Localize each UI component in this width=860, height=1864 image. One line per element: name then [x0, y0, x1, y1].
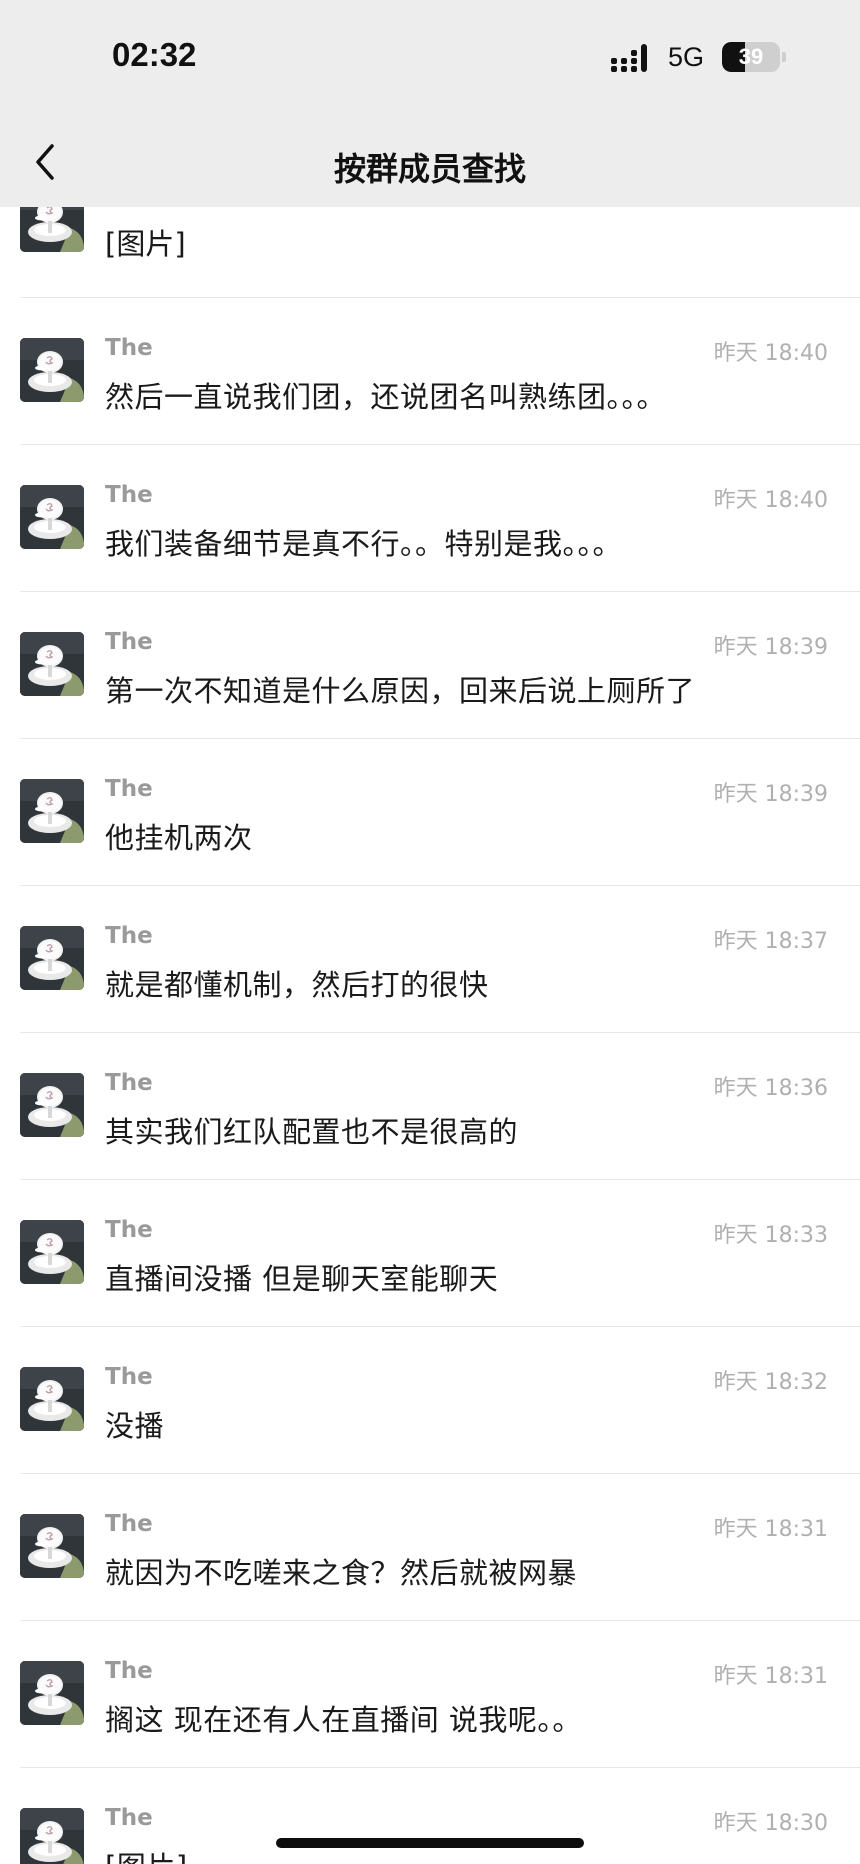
message-text: 然后一直说我们团，还说团名叫熟练团。。。 [105, 380, 667, 414]
message-text: 其实我们红队配置也不是很高的 [105, 1115, 519, 1149]
sender-name: The [105, 1070, 153, 1096]
signal-icon [611, 44, 647, 72]
sender-name: The [105, 1364, 153, 1390]
message-text: [图片] [105, 227, 186, 261]
battery-icon: 39 [722, 42, 780, 72]
message-time: 昨天 18:31 [713, 1664, 828, 1689]
list-item[interactable]: The 昨天 18:31 搁这 现在还有人在直播间 说我呢。。 [0, 1621, 860, 1768]
message-text: 第一次不知道是什么原因，回来后说上厕所了 [105, 674, 696, 708]
message-time: 昨天 18:37 [713, 929, 828, 954]
avatar[interactable] [20, 632, 84, 696]
sender-name: The [105, 482, 153, 508]
list-item[interactable]: The 昨天 18:40 然后一直说我们团，还说团名叫熟练团。。。 [0, 298, 860, 445]
nav-header: 02:32 5G 39 按群成员查找 [0, 0, 860, 207]
sender-name: The [105, 923, 153, 949]
battery-tip [782, 52, 786, 62]
page-title: 按群成员查找 [333, 150, 526, 188]
avatar[interactable] [20, 1514, 84, 1578]
avatar[interactable] [20, 1367, 84, 1431]
sender-name: The [105, 1658, 153, 1684]
home-indicator [276, 1838, 584, 1848]
sender-name: The [105, 629, 153, 655]
avatar[interactable] [20, 779, 84, 843]
message-list: [图片] The 昨天 18:40 然后一直说我们团，还说团名叫熟练团。。。 The 昨… [0, 0, 860, 1864]
list-item[interactable]: The 昨天 18:36 其实我们红队配置也不是很高的 [0, 1033, 860, 1180]
message-time: 昨天 18:39 [713, 782, 828, 807]
battery-percent: 39 [738, 44, 764, 69]
list-item[interactable]: The 昨天 18:39 他挂机两次 [0, 739, 860, 886]
status-time: 02:32 [112, 36, 197, 73]
list-item[interactable]: The 昨天 18:30 [图片] [0, 1768, 860, 1864]
avatar[interactable] [20, 1661, 84, 1725]
sender-name: The [105, 776, 153, 802]
sender-name: The [105, 1217, 153, 1243]
message-text: 就因为不吃嗟来之食？然后就被网暴 [105, 1556, 578, 1590]
avatar[interactable] [20, 1808, 84, 1864]
list-item[interactable]: The 昨天 18:32 没播 [0, 1327, 860, 1474]
avatar[interactable] [20, 1220, 84, 1284]
message-time: 昨天 18:33 [713, 1223, 828, 1248]
sender-name: The [105, 335, 153, 361]
avatar[interactable] [20, 338, 84, 402]
sender-name: The [105, 1805, 153, 1831]
list-item[interactable]: The 昨天 18:39 第一次不知道是什么原因，回来后说上厕所了 [0, 592, 860, 739]
message-time: 昨天 18:31 [713, 1517, 828, 1542]
avatar[interactable] [20, 926, 84, 990]
sender-name: The [105, 1511, 153, 1537]
network-label: 5G [668, 42, 705, 72]
message-time: 昨天 18:39 [713, 635, 828, 660]
avatar[interactable] [20, 485, 84, 549]
message-text: 我们装备细节是真不行。。特别是我。。。 [105, 527, 623, 561]
message-text: 搁这 现在还有人在直播间 说我呢。。 [105, 1703, 582, 1737]
list-item[interactable]: The 昨天 18:33 直播间没播 但是聊天室能聊天 [0, 1180, 860, 1327]
message-time: 昨天 18:30 [713, 1811, 828, 1836]
avatar[interactable] [20, 1073, 84, 1137]
message-time: 昨天 18:36 [713, 1076, 828, 1101]
message-text: 直播间没播 但是聊天室能聊天 [105, 1262, 499, 1296]
message-time: 昨天 18:40 [713, 341, 828, 366]
message-time: 昨天 18:40 [713, 488, 828, 513]
message-text: [图片] [105, 1844, 188, 1864]
message-text: 他挂机两次 [105, 821, 253, 855]
list-item[interactable]: The 昨天 18:40 我们装备细节是真不行。。特别是我。。。 [0, 445, 860, 592]
list-item[interactable]: The 昨天 18:31 就因为不吃嗟来之食？然后就被网暴 [0, 1474, 860, 1621]
message-text: 没播 [105, 1409, 165, 1443]
list-item[interactable]: The 昨天 18:37 就是都懂机制，然后打的很快 [0, 886, 860, 1033]
message-time: 昨天 18:32 [713, 1370, 828, 1395]
message-text: 就是都懂机制，然后打的很快 [105, 968, 489, 1002]
